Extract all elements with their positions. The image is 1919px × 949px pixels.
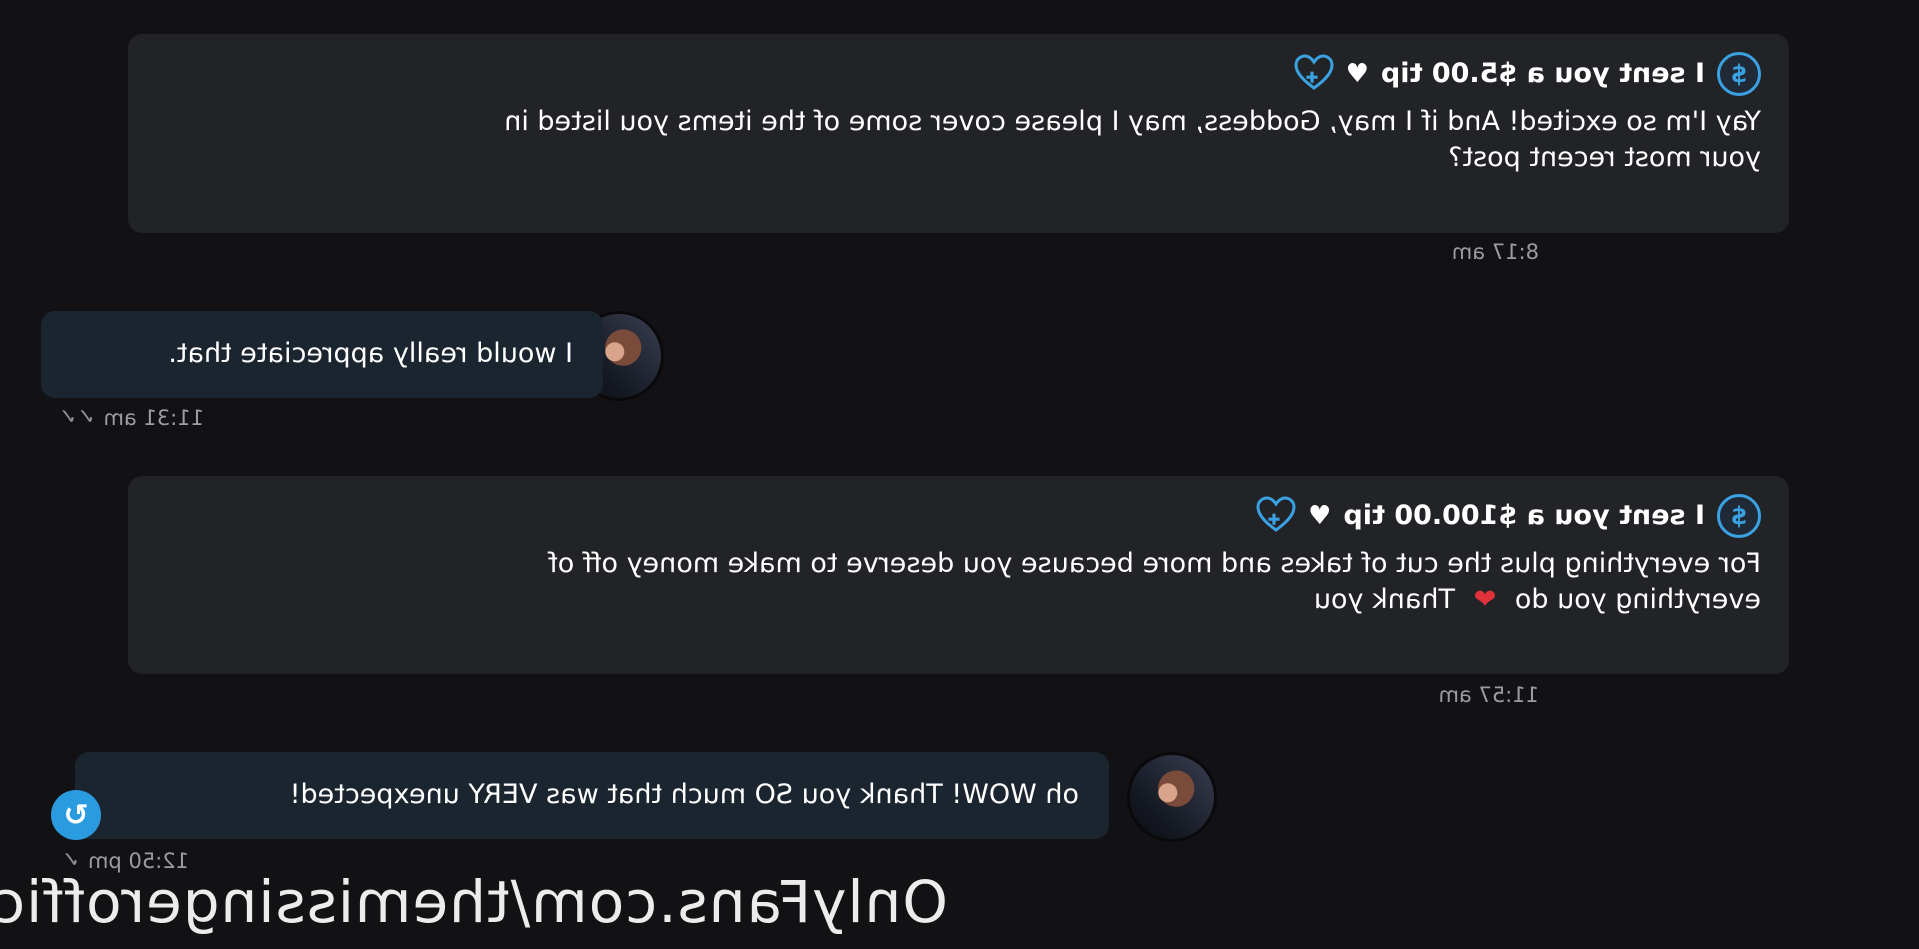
tip-header: $ I sent you a $5.00 tip ♥ (156, 52, 1761, 96)
tip-label: I sent you a $5.00 tip (1380, 58, 1705, 89)
watermark: OnlyFans.com/themissingerofficial (0, 868, 948, 936)
heart-icon: ♥ (1345, 59, 1369, 89)
message-time: 11:31 am ✓✓ (58, 405, 204, 430)
message-text-part: everything you do (1514, 584, 1761, 615)
tip-label: I sent you a $100.00 tip (1343, 500, 1705, 531)
double-check-icon: ✓✓ (58, 405, 96, 430)
red-heart-icon: ❤ (1473, 584, 1497, 615)
creator-avatar[interactable] (1127, 752, 1217, 842)
chat-view: $ I sent you a $5.00 tip ♥ Yay I'm so ex… (0, 0, 1919, 949)
message-text-cont: your most recent post? (1448, 142, 1761, 173)
tip-header: $ I sent you a $100.00 tip ♥ (156, 494, 1761, 538)
message-time: 8:17 am (1451, 240, 1539, 264)
message-text: For everything plus the cut of takes and… (548, 548, 1761, 579)
message-text: Yay I'm so excited! And if I may, Goddes… (504, 106, 1761, 137)
message-text-part: Thank you (1313, 584, 1456, 615)
message-text: I would really appreciate that. (168, 338, 573, 369)
heart-icon: ♥ (1308, 501, 1332, 531)
reply-icon[interactable]: ↻ (51, 790, 101, 840)
dollar-icon: $ (1717, 52, 1761, 96)
message-text: oh WOW! Thank you SO much that was VERY … (289, 779, 1079, 810)
message-bubble[interactable]: oh WOW! Thank you SO much that was VERY … (75, 752, 1109, 839)
heart-outline-icon[interactable] (1294, 54, 1334, 94)
message-bubble-tip[interactable]: $ I sent you a $5.00 tip ♥ Yay I'm so ex… (128, 34, 1789, 233)
message-time: 11:57 am (1438, 683, 1539, 707)
message-bubble[interactable]: I would really appreciate that. (41, 311, 603, 398)
message-bubble-tip[interactable]: $ I sent you a $100.00 tip ♥ For everyth… (128, 476, 1789, 674)
heart-outline-icon[interactable] (1256, 496, 1296, 536)
message-text-cont: everything you do ❤ Thank you (156, 582, 1761, 618)
dollar-icon: $ (1717, 494, 1761, 538)
